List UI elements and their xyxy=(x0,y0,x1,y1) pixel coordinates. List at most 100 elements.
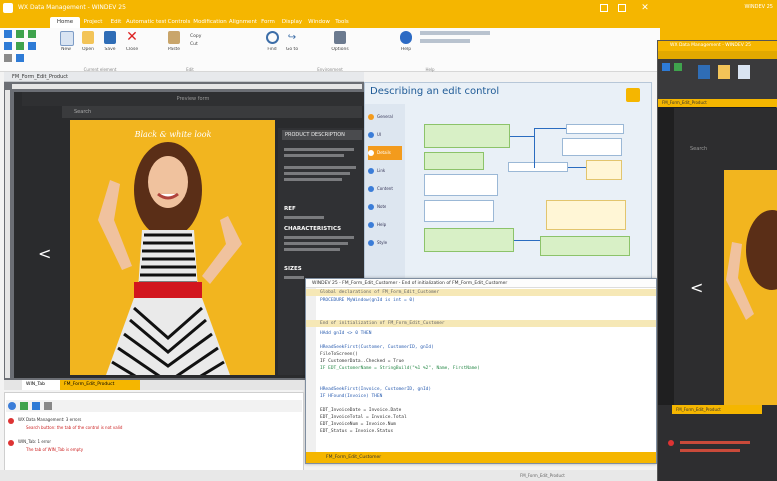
project-icon[interactable] xyxy=(16,54,24,62)
go-icon[interactable] xyxy=(16,42,24,50)
description-text xyxy=(284,242,348,245)
help-sidebar-item-help[interactable]: Help xyxy=(368,218,402,232)
tab-automatic-tests[interactable]: Automatic tests xyxy=(126,17,166,28)
help-link[interactable] xyxy=(420,39,470,43)
error-row[interactable]: WIN_Tab: 1 error xyxy=(18,438,298,445)
save-button[interactable]: Save xyxy=(100,31,120,65)
code-line[interactable]: IF EDT_CustomerName = StringBuild("%1 %2… xyxy=(320,365,650,372)
error-row[interactable] xyxy=(680,441,750,444)
help-diagram-box xyxy=(424,228,514,252)
open-button[interactable]: Open xyxy=(78,31,98,65)
help-diagram-box xyxy=(508,162,568,172)
help-sidebar-item-ui[interactable]: UI xyxy=(368,128,402,142)
tab-modification[interactable]: Modification xyxy=(192,17,228,28)
code-window-tab[interactable]: FM_Form_Edit_Customer xyxy=(306,452,656,463)
ruler-top xyxy=(12,84,362,89)
refresh-icon[interactable] xyxy=(20,402,28,410)
help-edit-icon[interactable] xyxy=(626,88,640,102)
code-line[interactable]: HReadSeekFirst(Invoice, CustomerID, gnId… xyxy=(320,386,650,393)
tab-form[interactable]: Form xyxy=(258,17,278,28)
info-icon[interactable] xyxy=(8,402,16,410)
settings-icon[interactable] xyxy=(4,54,12,62)
new-icon[interactable] xyxy=(738,65,750,79)
code-line[interactable]: IF HFound(Invoice) THEN xyxy=(320,393,650,400)
save-icon[interactable] xyxy=(698,65,710,79)
debug-icon[interactable] xyxy=(28,42,36,50)
error-row[interactable]: Search button: the tab of the control is… xyxy=(26,424,296,431)
tab-window[interactable]: Window xyxy=(306,17,332,28)
close-window-icon[interactable]: ✕ xyxy=(638,2,652,14)
help-link[interactable] xyxy=(420,31,490,35)
bullet-icon xyxy=(368,186,374,192)
test-icon[interactable] xyxy=(28,30,36,38)
code-line[interactable]: FileToScreen() xyxy=(320,351,650,358)
second-search-input[interactable]: Search xyxy=(690,146,770,156)
help-diagram-box xyxy=(562,138,622,156)
code-line[interactable]: HAdd gnId <> 0 THEN xyxy=(320,330,650,337)
tab-tools[interactable]: Tools xyxy=(332,17,352,28)
second-prev-arrow-button[interactable]: < xyxy=(690,278,704,298)
help-sidebar-item-details[interactable]: Details xyxy=(368,146,402,160)
tab-project[interactable]: Project xyxy=(80,17,106,28)
help-diagram-box xyxy=(566,124,624,134)
quick-access-icons xyxy=(4,30,44,66)
tab-edit[interactable]: Edit xyxy=(106,17,126,28)
description-header: PRODUCT DESCRIPTION xyxy=(282,130,362,140)
editor-tab[interactable]: FM_Form_Edit_Product xyxy=(4,72,364,82)
code-line[interactable]: EDT_InvoiceDate = Invoice.Date xyxy=(320,407,650,414)
minimize-icon[interactable] xyxy=(600,4,608,12)
code-line[interactable]: End of initialization of FM_Form_Edit_Cu… xyxy=(320,320,650,327)
help-sidebar-item-general[interactable]: General xyxy=(368,110,402,124)
section-characteristics: CHARACTERISTICS xyxy=(284,226,342,232)
error-row[interactable]: The tab of WIN_Tab is empty xyxy=(26,446,296,453)
goto-button[interactable]: ↪ Go to xyxy=(282,31,302,65)
copy-button[interactable]: Copy xyxy=(190,34,220,40)
second-doc-tab[interactable]: FM_Form_Edit_Product xyxy=(672,405,762,414)
form-search-input[interactable]: Search xyxy=(62,106,362,118)
options-icon[interactable] xyxy=(44,402,52,410)
tab-home[interactable]: Home xyxy=(50,17,80,28)
error-row[interactable] xyxy=(680,449,740,452)
code-line[interactable]: EDT_Status = Invoice.Status xyxy=(320,428,650,435)
filter-icon[interactable] xyxy=(32,402,40,410)
new-file-icon[interactable] xyxy=(4,30,12,38)
help-sidebar-item-content[interactable]: Content xyxy=(368,182,402,196)
code-line[interactable]: PROCEDURE MyWindow(gnId is int = 0) xyxy=(320,297,650,304)
second-window-editor-tab[interactable]: FM_Form_Edit_Product xyxy=(658,99,777,107)
bullet-icon xyxy=(368,132,374,138)
code-line[interactable]: EDT_InvoiceNum = Invoice.Num xyxy=(320,421,650,428)
maximize-icon[interactable] xyxy=(618,4,626,12)
tab-display[interactable]: Display xyxy=(278,17,306,28)
code-line[interactable]: HReadSeekFirst(Customer, CustomerID, gnI… xyxy=(320,344,650,351)
prev-arrow-button[interactable]: < xyxy=(38,244,52,264)
window-icon[interactable] xyxy=(4,42,12,50)
new-icon xyxy=(60,31,74,46)
tab-controls[interactable]: Controls xyxy=(166,17,192,28)
close-button[interactable]: ✕ Close xyxy=(122,29,142,65)
help-button[interactable]: Help xyxy=(396,31,416,65)
help-sidebar-item-style[interactable]: Style xyxy=(368,236,402,250)
code-line[interactable]: EDT_InvoiceTotal = Invoice.Total xyxy=(320,414,650,421)
description-text xyxy=(284,178,342,181)
open-folder-icon[interactable] xyxy=(718,65,730,79)
error-row[interactable]: WX Data Management: 3 errors xyxy=(18,416,298,423)
cut-button[interactable]: Cut xyxy=(190,42,220,48)
doc-tab[interactable]: WIN_Tab xyxy=(22,380,60,390)
open-folder-icon xyxy=(82,31,94,44)
run-icon[interactable] xyxy=(16,30,24,38)
help-sidebar-item-note[interactable]: Note xyxy=(368,200,402,214)
ribbon-group-label: Help xyxy=(425,67,435,72)
code-line[interactable]: Global declarations of FM_Form_Edit_Cust… xyxy=(320,289,650,296)
new-button[interactable]: New xyxy=(56,31,76,65)
code-line[interactable]: IF CustomerData..Checked = True xyxy=(320,358,650,365)
error-icon xyxy=(8,440,14,446)
help-diagram-box xyxy=(424,200,494,222)
tab-alignment[interactable]: Alignment xyxy=(228,17,258,28)
help-sidebar-item-link[interactable]: Link xyxy=(368,164,402,178)
options-button[interactable]: Options xyxy=(330,31,350,65)
new-file-icon[interactable] xyxy=(662,63,670,71)
doc-tab-active[interactable]: FM_Form_Edit_Product xyxy=(60,380,140,390)
paste-button[interactable]: Paste xyxy=(164,31,184,65)
close-x-icon: ✕ xyxy=(126,29,138,45)
run-icon[interactable] xyxy=(674,63,682,71)
